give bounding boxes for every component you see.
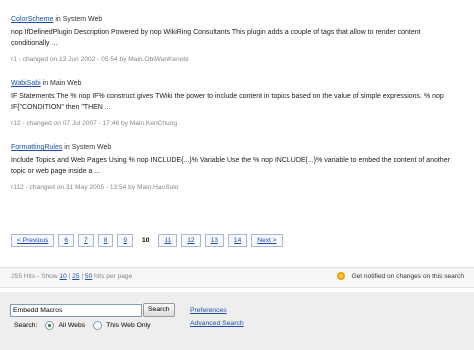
page-link[interactable]: 7 [78,234,94,247]
page-link[interactable]: 11 [158,234,178,247]
hits-summary: 255 Hits - Show 10 | 25 | 50 hits per pa… [11,273,132,280]
this-web-label[interactable]: This Web Only [106,322,150,329]
notify-link[interactable]: Get notified on changes on this search [337,272,464,280]
search-results: ColorScheme in System Web nop IfDefinedP… [11,14,461,206]
this-web-radio[interactable] [93,321,103,330]
scope-label: Search: [14,322,38,329]
hits-per-page-25[interactable]: 25 [72,273,79,280]
page-link[interactable]: 6 [58,234,75,247]
page-link[interactable]: 9 [117,234,134,247]
next-page-button[interactable]: Next > [251,234,283,247]
all-webs-radio[interactable] [45,321,55,330]
result-meta: r12 - changed on 07 Jul 2007 - 17:46 by … [11,120,178,127]
advanced-search-link[interactable]: Advanced Search [190,320,244,327]
per-page-label: hits per page [94,273,133,280]
page-link[interactable]: 14 [227,234,248,247]
result-item: FormattingRules in System Web Include To… [11,142,461,193]
result-snippet: nop IfDefinedPlugin Description Powered … [11,29,421,47]
result-title: FormattingRules in System Web [11,142,461,153]
search-input[interactable]: Embedd Macros [10,304,142,317]
result-web: in Main Web [40,80,82,87]
result-title: WabiSabi in Main Web [11,78,461,89]
result-title: ColorScheme in System Web [11,14,461,25]
result-snippet: IF Statements The % nop IF% construct gi… [11,93,444,111]
previous-page-button[interactable]: < Previous [11,234,55,247]
result-meta: r112 - changed on 31 May 2005 - 13:54 by… [11,184,179,191]
page-link[interactable]: 13 [204,234,224,247]
page-link[interactable]: 12 [181,234,201,247]
result-snippet: Include Topics and Web Pages Using % nop… [11,157,450,175]
search-scope: Search: All Webs This Web Only [14,321,151,330]
result-topic-link[interactable]: ColorScheme [11,16,53,23]
search-panel: Embedd Macros Search Preferences Advance… [0,292,474,350]
hit-count: 255 Hits [11,273,36,280]
result-topic-link[interactable]: WabiSabi [11,80,41,87]
show-label: - Show [37,273,58,280]
current-page: 10 [142,237,150,244]
result-meta: r1 - changed on 13 Jun 2002 - 05:54 by M… [11,56,189,63]
hits-per-page-50[interactable]: 50 [85,273,92,280]
notify-label[interactable]: Get notified on changes on this search [351,273,464,280]
separator: | [81,273,84,280]
hits-per-page-10[interactable]: 10 [59,273,66,280]
separator: | [68,273,71,280]
page-link[interactable]: 8 [97,234,114,247]
hit-count-bar: 255 Hits - Show 10 | 25 | 50 hits per pa… [0,267,474,288]
all-webs-label[interactable]: All Webs [58,322,85,329]
preferences-link[interactable]: Preferences [190,307,227,314]
result-item: ColorScheme in System Web nop IfDefinedP… [11,14,461,65]
result-web: in System Web [53,16,103,23]
result-item: WabiSabi in Main Web IF Statements The %… [11,78,461,129]
pagination: < Previous 6 7 8 9 10 11 12 13 14 Next > [11,234,283,247]
search-button[interactable]: Search [143,303,175,317]
result-topic-link[interactable]: FormattingRules [11,144,62,151]
result-web: in System Web [62,144,112,151]
rss-feed-icon [337,272,346,280]
